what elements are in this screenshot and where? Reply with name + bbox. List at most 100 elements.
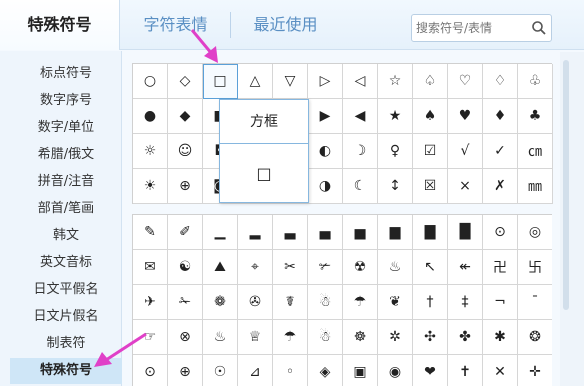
symbol-cell[interactable]: ☀ — [133, 169, 168, 204]
symbol-cell[interactable]: ◈ — [308, 355, 343, 386]
symbol-cell[interactable]: × — [448, 169, 483, 204]
symbol-cell[interactable]: ✂ — [273, 250, 308, 285]
symbol-cell[interactable]: ★ — [378, 99, 413, 134]
symbol-cell[interactable]: ♕ — [238, 320, 273, 355]
symbol-cell[interactable]: ✱ — [483, 320, 518, 355]
symbol-cell[interactable]: ↞ — [448, 250, 483, 285]
symbol-cell[interactable]: ☒ — [413, 169, 448, 204]
symbol-cell[interactable]: ● — [133, 99, 168, 134]
symbol-cell[interactable]: ✣ — [413, 320, 448, 355]
symbol-cell[interactable]: ▣ — [343, 355, 378, 386]
symbol-cell[interactable]: ▂ — [238, 215, 273, 250]
symbol-cell[interactable]: ☢ — [343, 250, 378, 285]
symbol-cell[interactable]: ❦ — [378, 285, 413, 320]
symbol-cell[interactable]: ◉ — [378, 355, 413, 386]
sidebar-item-phonetic[interactable]: 英文音标 — [10, 250, 122, 276]
symbol-cell[interactable]: ▶ — [308, 99, 343, 134]
symbol-cell[interactable]: ☯ — [168, 250, 203, 285]
symbol-cell[interactable]: ☾ — [343, 169, 378, 204]
sidebar-item-number-unit[interactable]: 数字/单位 — [10, 115, 122, 141]
symbol-cell[interactable]: ☽ — [343, 134, 378, 169]
symbol-cell[interactable]: ✁ — [168, 285, 203, 320]
search-box[interactable] — [411, 14, 552, 42]
symbol-cell[interactable]: ✐ — [168, 215, 203, 250]
symbol-cell[interactable]: ◀ — [343, 99, 378, 134]
sidebar-item-greek-russian[interactable]: 希腊/俄文 — [10, 142, 122, 168]
tab-recent[interactable]: 最近使用 — [233, 0, 338, 50]
symbol-cell[interactable]: ‡ — [448, 285, 483, 320]
symbol-cell[interactable]: ❁ — [203, 285, 238, 320]
symbol-cell[interactable]: □ — [203, 64, 238, 99]
symbol-cell[interactable]: ◑ — [308, 169, 343, 204]
symbol-cell[interactable]: ✕ — [483, 355, 518, 386]
symbol-cell[interactable]: ☃ — [308, 320, 343, 355]
sidebar-item-special-symbols[interactable]: 特殊符号 — [10, 358, 122, 384]
symbol-cell[interactable]: ☆ — [378, 64, 413, 99]
sidebar-item-katakana[interactable]: 日文片假名 — [10, 304, 122, 330]
symbol-cell[interactable]: ☂ — [343, 285, 378, 320]
symbol-cell[interactable]: ⊕ — [168, 169, 203, 204]
symbol-cell[interactable]: ♣ — [518, 99, 553, 134]
symbol-cell[interactable]: ♥ — [448, 99, 483, 134]
symbol-cell[interactable]: ♢ — [483, 64, 518, 99]
symbol-cell[interactable]: ⊙ — [483, 215, 518, 250]
symbol-cell[interactable]: ⌖ — [238, 250, 273, 285]
symbol-cell[interactable]: ▷ — [308, 64, 343, 99]
symbol-cell[interactable]: ✇ — [238, 285, 273, 320]
symbol-cell[interactable]: ⊕ — [168, 355, 203, 386]
sidebar-item-numbering[interactable]: 数字序号 — [10, 88, 122, 114]
symbol-cell[interactable]: ✤ — [448, 320, 483, 355]
symbol-cell[interactable]: ✲ — [378, 320, 413, 355]
search-icon[interactable] — [531, 20, 547, 36]
sidebar-item-hiragana[interactable]: 日文平假名 — [10, 277, 122, 303]
symbol-cell[interactable]: ▇ — [413, 215, 448, 250]
symbol-cell[interactable]: ⛰ — [203, 250, 238, 285]
symbol-cell[interactable]: ▃ — [273, 215, 308, 250]
symbol-cell[interactable]: ☸ — [343, 320, 378, 355]
tab-char-emoji[interactable]: 字符表情 — [123, 0, 228, 50]
search-input[interactable] — [416, 18, 526, 38]
symbol-cell[interactable]: ☑ — [413, 134, 448, 169]
symbol-cell[interactable]: ☺ — [168, 134, 203, 169]
symbol-cell[interactable]: ¯ — [518, 285, 552, 320]
symbol-cell[interactable]: ▅ — [343, 215, 378, 250]
symbol-cell[interactable]: ▆ — [378, 215, 413, 250]
symbol-cell[interactable]: † — [413, 285, 448, 320]
symbol-cell[interactable]: 卐 — [518, 250, 552, 285]
symbol-cell[interactable]: ✓ — [483, 134, 518, 169]
symbol-cell[interactable]: ▽ — [273, 64, 308, 99]
symbol-cell[interactable]: ♠ — [413, 99, 448, 134]
symbol-cell[interactable]: ✎ — [133, 215, 168, 250]
sidebar-item-punctuation[interactable]: 标点符号 — [10, 61, 122, 87]
symbol-cell[interactable]: ☼ — [133, 134, 168, 169]
symbol-cell[interactable]: ↖ — [413, 250, 448, 285]
symbol-cell[interactable]: ♀ — [378, 134, 413, 169]
symbol-cell[interactable]: ◁ — [343, 64, 378, 99]
symbol-cell[interactable]: ◦ — [273, 355, 308, 386]
symbol-cell[interactable]: ♨ — [203, 320, 238, 355]
symbol-cell[interactable]: ♤ — [413, 64, 448, 99]
symbol-cell[interactable]: ✈ — [133, 285, 168, 320]
symbol-cell[interactable]: ◐ — [308, 134, 343, 169]
symbol-cell[interactable]: ⊗ — [168, 320, 203, 355]
symbol-cell[interactable]: ▄ — [308, 215, 343, 250]
sidebar-item-box-drawing[interactable]: 制表符 — [10, 331, 122, 357]
sidebar-item-radical-stroke[interactable]: 部首/笔画 — [10, 196, 122, 222]
symbol-cell[interactable]: ⊿ — [238, 355, 273, 386]
symbol-cell[interactable]: ↕ — [378, 169, 413, 204]
symbol-cell[interactable]: ▁ — [203, 215, 238, 250]
symbol-cell[interactable]: ♨ — [378, 250, 413, 285]
sidebar-item-pinyin-zhuyin[interactable]: 拼音/注音 — [10, 169, 122, 195]
symbol-cell[interactable]: ☞ — [133, 320, 168, 355]
symbol-cell[interactable]: ✃ — [308, 250, 343, 285]
symbol-cell[interactable]: ✉ — [133, 250, 168, 285]
tab-special-symbols[interactable]: 特殊符号 — [0, 0, 120, 50]
symbol-cell[interactable]: ✗ — [483, 169, 518, 204]
symbol-cell[interactable]: ☤ — [273, 285, 308, 320]
symbol-cell[interactable]: ☂ — [273, 320, 308, 355]
symbol-cell[interactable]: ❂ — [518, 320, 552, 355]
symbol-cell[interactable]: █ — [448, 215, 483, 250]
symbol-cell[interactable]: ㎜ — [518, 169, 553, 204]
symbol-cell[interactable]: ◎ — [518, 215, 552, 250]
symbol-cell[interactable]: ☃ — [308, 285, 343, 320]
